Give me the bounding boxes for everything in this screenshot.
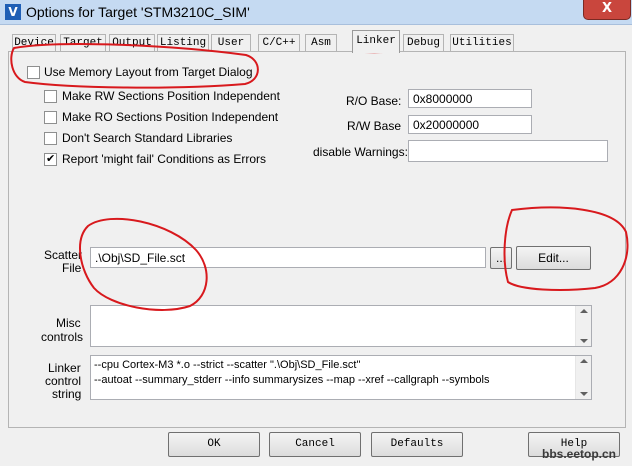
use-memory-layout-checkbox[interactable] <box>27 66 40 79</box>
watermark: bbs.eetop.cn <box>542 447 617 461</box>
ro-base-input[interactable]: 0x8000000 <box>408 89 532 108</box>
tab-device[interactable]: Device <box>12 34 56 52</box>
linker-control-string-box: --cpu Cortex-M3 *.o --strict --scatter "… <box>90 355 592 400</box>
tab-target-label: Target <box>63 37 103 49</box>
tab-utilities[interactable]: Utilities <box>450 34 514 52</box>
linker-string-line1: --cpu Cortex-M3 *.o --strict --scatter "… <box>94 359 361 371</box>
tab-listing[interactable]: Listing <box>157 34 209 52</box>
tab-output[interactable]: Output <box>109 34 155 52</box>
tab-listing-label: Listing <box>159 37 207 49</box>
misc-controls-textarea[interactable] <box>90 305 592 347</box>
tab-device-label: Device <box>14 37 54 49</box>
tab-user[interactable]: User <box>211 34 251 52</box>
rw-base-input[interactable]: 0x20000000 <box>408 115 532 134</box>
cancel-button[interactable]: Cancel <box>269 432 361 457</box>
scatter-browse-button[interactable]: ... <box>490 247 512 269</box>
ro-independent-label: Make RO Sections Position Independent <box>62 110 279 124</box>
tab-linker-label: Linker <box>356 35 396 47</box>
tab-user-label: User <box>217 37 245 49</box>
tab-target[interactable]: Target <box>60 34 106 52</box>
scatter-file-input[interactable]: .\Obj\SD_File.sct <box>90 247 486 268</box>
tab-utilities-label: Utilities <box>452 37 512 49</box>
scatter-label-line2: File <box>62 261 82 275</box>
misc-label-line2: controls <box>41 330 84 344</box>
ro-independent-checkbox[interactable] <box>44 111 57 124</box>
report-might-fail-label: Report 'might fail' Conditions as Errors <box>62 152 266 166</box>
app-icon: V <box>5 4 21 20</box>
dont-search-std-label: Don't Search Standard Libraries <box>62 131 233 145</box>
tab-linker[interactable]: Linker <box>352 30 400 53</box>
linker-string-label-line1: Linker <box>48 361 81 375</box>
tab-asm[interactable]: Asm <box>305 34 337 52</box>
misc-label-line1: Misc <box>56 316 81 330</box>
use-memory-layout-label: Use Memory Layout from Target Dialog <box>44 65 253 79</box>
tab-output-label: Output <box>112 37 152 49</box>
ok-button[interactable]: OK <box>168 432 260 457</box>
linker-string-label-line2: control <box>45 374 82 388</box>
linker-string-label-line3: string <box>52 387 82 401</box>
rw-base-label: R/W Base <box>347 119 402 133</box>
linker-string-scrollbar[interactable] <box>575 356 591 399</box>
tab-c-cpp-label: C/C++ <box>262 37 296 49</box>
dont-search-std-checkbox[interactable] <box>44 132 57 145</box>
scroll-down-icon[interactable] <box>580 392 588 396</box>
close-button[interactable]: X <box>583 0 631 20</box>
rw-independent-checkbox[interactable] <box>44 90 57 103</box>
disable-warnings-input[interactable] <box>408 140 608 162</box>
disable-warnings-label: disable Warnings: <box>313 145 408 159</box>
tab-c-cpp[interactable]: C/C++ <box>258 34 300 52</box>
report-might-fail-checkbox[interactable] <box>44 152 57 166</box>
window-title: Options for Target 'STM3210C_SIM' <box>26 4 250 20</box>
defaults-button[interactable]: Defaults <box>371 432 463 457</box>
scroll-up-icon[interactable] <box>580 309 588 313</box>
tab-debug[interactable]: Debug <box>403 34 444 52</box>
scroll-down-icon[interactable] <box>580 339 588 343</box>
rw-independent-label: Make RW Sections Position Independent <box>62 89 280 103</box>
tab-asm-label: Asm <box>311 37 331 49</box>
scroll-up-icon[interactable] <box>580 359 588 363</box>
linker-string-line2: --autoat --summary_stderr --info summary… <box>94 374 490 386</box>
ro-base-label: R/O Base: <box>346 94 402 108</box>
edit-scatter-button[interactable]: Edit... <box>516 246 591 270</box>
misc-scrollbar[interactable] <box>575 306 591 346</box>
scatter-label-line1: Scatter <box>44 248 83 262</box>
tab-debug-label: Debug <box>406 37 440 49</box>
